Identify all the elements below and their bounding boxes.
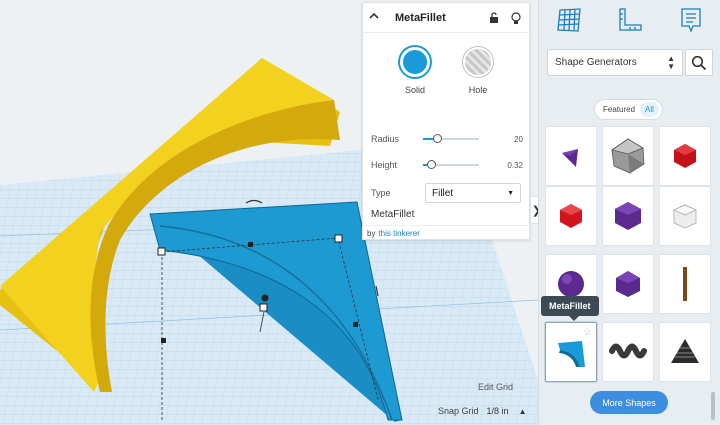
more-shapes-button[interactable]: More Shapes bbox=[590, 391, 668, 414]
search-button[interactable] bbox=[685, 49, 713, 76]
type-label: Type bbox=[371, 188, 391, 198]
white-cube-shape-icon bbox=[673, 204, 697, 229]
edge-handle bbox=[248, 242, 253, 247]
snap-grid-label: Snap Grid bbox=[438, 406, 479, 416]
solid-label: Solid bbox=[404, 85, 425, 95]
radius-slider[interactable] bbox=[423, 134, 479, 143]
star-icon[interactable]: ☆ bbox=[583, 327, 592, 338]
edge-handle bbox=[161, 338, 166, 343]
center-handle bbox=[259, 303, 268, 312]
hole-circle-icon[interactable] bbox=[463, 47, 493, 77]
gray-spring-shape-icon bbox=[609, 343, 647, 359]
shape-filter-tabs: Featured All bbox=[594, 99, 663, 120]
shape-library-select[interactable]: Shape Generators ▲ ▼ bbox=[547, 49, 683, 76]
updown-arrows-icon: ▲ ▼ bbox=[667, 53, 675, 71]
snap-grid-value[interactable]: 1/8 in bbox=[487, 406, 509, 416]
height-property: Height 0.32 bbox=[371, 157, 523, 173]
solid-circle-icon[interactable] bbox=[400, 47, 430, 77]
solid-hole-selector: Solid Hole bbox=[363, 47, 531, 103]
red-gem-shape-icon bbox=[674, 144, 696, 168]
author-byline: by this tinkerer bbox=[363, 225, 531, 241]
red-gem-shape-icon-2 bbox=[560, 204, 582, 228]
purple-polyhedron-shape-icon-2 bbox=[616, 271, 640, 297]
shape-tile[interactable] bbox=[659, 186, 711, 246]
radius-label: Radius bbox=[371, 134, 400, 144]
lock-icon[interactable] bbox=[487, 11, 501, 25]
corner-handle bbox=[334, 234, 343, 243]
inspector-header: MetaFillet bbox=[363, 3, 529, 33]
edge-handle bbox=[353, 322, 358, 327]
shape-tile[interactable] bbox=[602, 186, 654, 246]
hole-option[interactable]: Hole bbox=[453, 47, 503, 95]
tab-all[interactable]: All bbox=[640, 102, 659, 117]
height-value[interactable]: 0.32 bbox=[507, 161, 523, 170]
notes-icon[interactable] bbox=[677, 6, 705, 34]
shape-tile[interactable] bbox=[545, 186, 597, 246]
metafillet-shape-icon bbox=[558, 341, 585, 367]
shape-name: MetaFillet bbox=[371, 209, 415, 220]
view-tools bbox=[539, 6, 720, 36]
height-slider[interactable] bbox=[423, 160, 479, 169]
ruler-icon[interactable] bbox=[616, 6, 644, 34]
edit-grid-button[interactable]: Edit Grid bbox=[478, 382, 513, 392]
radius-property: Radius 20 bbox=[371, 131, 523, 147]
shape-inspector: MetaFillet Solid Hole Radius 20 Height 0… bbox=[362, 2, 531, 241]
snap-grid-arrow-icon[interactable]: ▲ bbox=[519, 407, 527, 416]
shapes-panel: Shape Generators ▲ ▼ Featured All ☆ bbox=[538, 0, 720, 425]
solid-option[interactable]: Solid bbox=[390, 47, 440, 95]
shape-tile[interactable] bbox=[602, 126, 654, 186]
stair-pyramid-shape-icon bbox=[671, 339, 699, 363]
type-dropdown[interactable]: Fillet ▼ bbox=[425, 183, 521, 203]
height-label: Height bbox=[371, 160, 398, 170]
height-slider-knob[interactable] bbox=[427, 160, 437, 169]
purple-wedge-shape-icon bbox=[562, 149, 578, 167]
snap-grid-control[interactable]: Snap Grid 1/8 in ▲ bbox=[438, 402, 536, 420]
search-icon bbox=[691, 55, 707, 70]
radius-slider-knob[interactable] bbox=[433, 134, 442, 143]
hole-label: Hole bbox=[468, 85, 488, 95]
type-property: Type Fillet ▼ bbox=[371, 183, 523, 203]
purple-polyhedron-shape-icon bbox=[615, 202, 641, 230]
shape-tile[interactable] bbox=[545, 126, 597, 186]
corner-handle bbox=[157, 247, 166, 256]
author-link[interactable]: this tinkerer bbox=[378, 229, 419, 238]
radius-value[interactable]: 20 bbox=[514, 135, 523, 144]
shape-tile[interactable] bbox=[602, 322, 654, 382]
shape-tile[interactable] bbox=[659, 254, 711, 314]
shape-tile[interactable] bbox=[659, 126, 711, 186]
by-label: by bbox=[367, 229, 376, 238]
type-dropdown-value: Fillet bbox=[432, 187, 454, 199]
caret-down-icon: ▼ bbox=[507, 189, 514, 197]
shape-library-value: Shape Generators bbox=[555, 57, 637, 68]
shape-tile[interactable] bbox=[659, 322, 711, 382]
workplane-grid-icon[interactable] bbox=[555, 6, 583, 34]
gray-polyhedron-shape-icon bbox=[611, 138, 645, 174]
inspector-title: MetaFillet bbox=[395, 11, 446, 24]
lightbulb-icon[interactable] bbox=[509, 11, 523, 25]
shape-tile-metafillet[interactable]: ☆ bbox=[545, 322, 597, 382]
scrollbar[interactable] bbox=[711, 392, 715, 420]
tab-featured[interactable]: Featured bbox=[598, 102, 640, 117]
brown-rod-shape-icon bbox=[683, 267, 687, 301]
shape-tile[interactable] bbox=[602, 254, 654, 314]
chevron-up-icon[interactable] bbox=[369, 11, 383, 24]
height-handle bbox=[261, 294, 269, 302]
shape-tooltip: MetaFillet bbox=[541, 296, 599, 321]
